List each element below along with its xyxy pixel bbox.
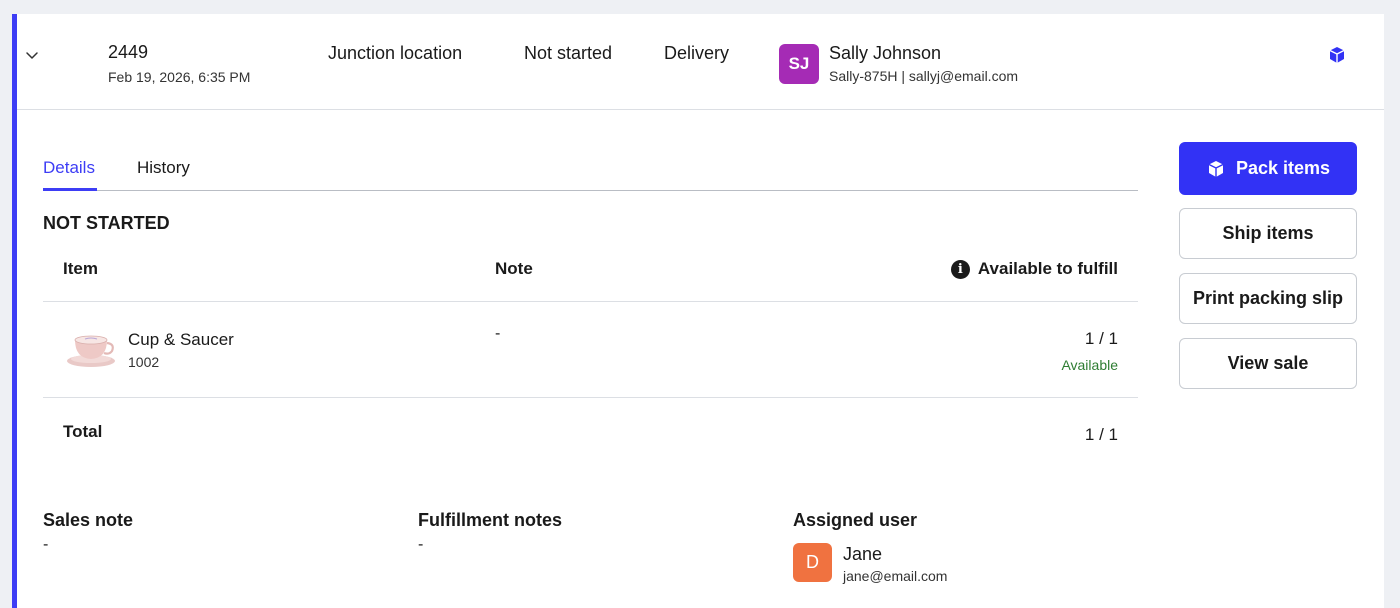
sales-note-value: - <box>43 536 49 553</box>
package-icon <box>1208 160 1224 177</box>
ship-items-button[interactable]: Ship items <box>1179 208 1357 259</box>
assigned-user-label: Assigned user <box>793 510 918 530</box>
assigned-user-email: jane@email.com <box>843 568 948 584</box>
fulfillment-card: 2449 Feb 19, 2026, 6:35 PM Junction loca… <box>12 14 1384 608</box>
total-quantity: 1 / 1 <box>1084 425 1118 444</box>
assigned-user-avatar: D <box>793 543 832 582</box>
column-header-available: i Available to fulfill <box>950 259 1118 279</box>
package-icon <box>1329 47 1345 63</box>
sales-note-label: Sales note <box>43 510 134 530</box>
fulfillment-notes-value: - <box>418 536 424 553</box>
order-location: Junction location <box>328 43 463 63</box>
item-quantity: 1 / 1 <box>1084 329 1118 348</box>
customer-avatar: SJ <box>779 44 819 84</box>
item-availability: Available <box>1061 357 1118 373</box>
divider <box>43 397 1138 398</box>
column-header-item: Item <box>63 259 98 278</box>
customer-name: Sally Johnson <box>829 43 942 63</box>
item-note: - <box>495 325 501 342</box>
divider <box>43 301 1138 302</box>
active-tab-indicator <box>43 188 97 191</box>
cup-and-saucer-image <box>67 335 115 367</box>
order-date: Feb 19, 2026, 6:35 PM <box>108 69 251 85</box>
item-sku: 1002 <box>128 354 160 370</box>
tab-history[interactable]: History <box>137 158 190 178</box>
section-title: NOT STARTED <box>43 213 170 233</box>
view-sale-button[interactable]: View sale <box>1179 338 1357 389</box>
pack-items-button[interactable]: Pack items <box>1179 142 1357 195</box>
chevron-down-icon[interactable] <box>25 48 39 62</box>
info-icon[interactable]: i <box>950 259 970 279</box>
column-header-note: Note <box>495 259 533 278</box>
print-packing-slip-button[interactable]: Print packing slip <box>1179 273 1357 324</box>
order-number: 2449 <box>108 42 149 62</box>
column-header-available-label: Available to fulfill <box>977 259 1118 278</box>
item-name[interactable]: Cup & Saucer <box>128 330 234 350</box>
order-header-row[interactable]: 2449 Feb 19, 2026, 6:35 PM Junction loca… <box>17 14 1384 110</box>
assigned-user-name: Jane <box>843 544 883 564</box>
order-method: Delivery <box>664 43 730 63</box>
order-status: Not started <box>524 43 613 63</box>
tab-bar: Details History <box>43 156 1138 191</box>
pack-items-label: Pack items <box>1235 158 1331 178</box>
total-label: Total <box>63 422 103 441</box>
customer-meta: Sally-875H | sallyj@email.com <box>829 68 1019 84</box>
fulfillment-notes-label: Fulfillment notes <box>418 510 562 530</box>
tab-details[interactable]: Details <box>43 158 95 178</box>
